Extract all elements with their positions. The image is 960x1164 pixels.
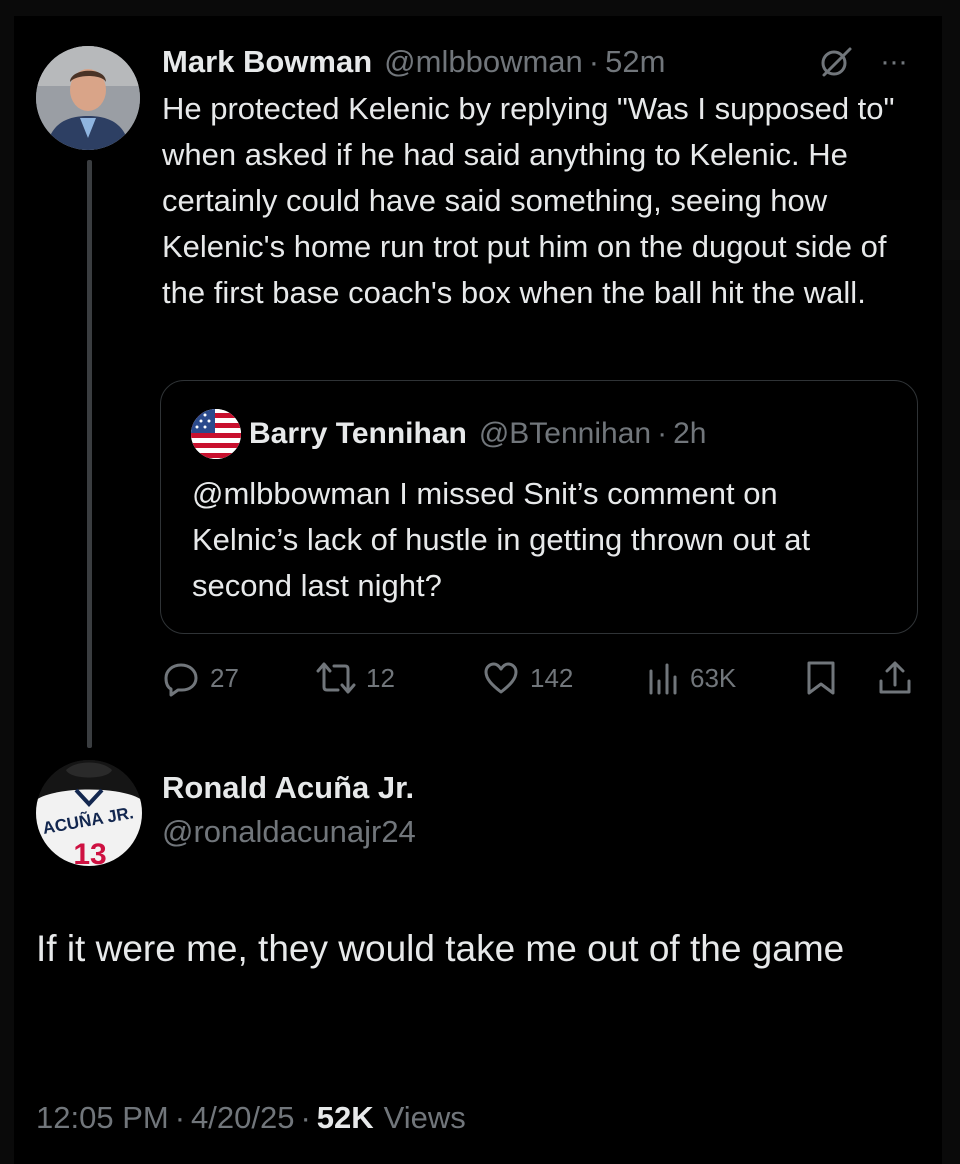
bookmark-icon: [807, 661, 835, 695]
repost-icon: [316, 662, 356, 694]
quote-header: Barry Tennihan @BTennihan · 2h: [249, 411, 706, 457]
author-name[interactable]: Mark Bowman: [162, 44, 372, 80]
author-handle[interactable]: @BTennihan: [479, 417, 651, 451]
reply-count: 27: [210, 662, 239, 693]
heart-icon: [484, 662, 518, 694]
views-chart-icon: [649, 663, 677, 695]
avatar[interactable]: [191, 409, 241, 459]
author-name[interactable]: Ronald Acuña Jr.: [162, 770, 414, 806]
avatar[interactable]: [36, 46, 140, 150]
author-handle[interactable]: @mlbbowman: [384, 44, 583, 80]
tweet-meta: 12:05 PM · 4/20/25 · 52K Views: [36, 1096, 466, 1140]
jersey-photo-icon: ACUÑA JR. 13: [36, 760, 142, 866]
timestamp[interactable]: 2h: [673, 417, 706, 451]
repost-count: 12: [366, 662, 395, 693]
separator: ·: [657, 417, 668, 450]
thread-connector: [87, 160, 92, 748]
tweet-text: If it were me, they would take me out of…: [36, 928, 845, 969]
post-date[interactable]: 4/20/25: [191, 1100, 294, 1136]
share-button[interactable]: [876, 656, 914, 700]
timestamp[interactable]: 52m: [605, 44, 665, 80]
reply-icon: [164, 663, 198, 697]
tweet-header: Mark Bowman @mlbbowman · 52m: [162, 40, 665, 84]
like-count: 142: [530, 662, 574, 693]
share-icon: [879, 661, 911, 694]
repost-button[interactable]: 12: [316, 656, 395, 700]
bookmark-button[interactable]: [804, 656, 838, 700]
grok-icon[interactable]: [818, 44, 854, 80]
action-bar: 27 12 142 63K: [162, 656, 922, 700]
like-button[interactable]: 142: [482, 656, 573, 700]
author-name[interactable]: Barry Tennihan: [249, 417, 467, 451]
us-flag-icon: [191, 409, 241, 459]
background-edge: [942, 500, 960, 550]
reply-button[interactable]: 27: [162, 656, 239, 700]
quoted-tweet[interactable]: Barry Tennihan @BTennihan · 2h @mlbbowma…: [160, 380, 918, 634]
jersey-number: 13: [73, 838, 106, 866]
avatar[interactable]: ACUÑA JR. 13: [36, 760, 142, 866]
views-label: Views: [383, 1100, 466, 1135]
quote-text: @mlbbowman I missed Snit’s comment on Ke…: [192, 476, 811, 603]
views-count[interactable]: 52K: [317, 1100, 374, 1136]
separator: ·: [588, 44, 600, 79]
post-time[interactable]: 12:05 PM: [36, 1100, 169, 1136]
views-button[interactable]: 63K: [646, 656, 736, 700]
header-icons: ···: [818, 44, 908, 80]
background-edge: [942, 200, 960, 260]
view-count: 63K: [690, 662, 737, 693]
more-options-icon[interactable]: ···: [880, 44, 908, 80]
separator: ·: [300, 1100, 311, 1135]
profile-photo-icon: [36, 46, 140, 150]
author-handle[interactable]: @ronaldacunajr24: [162, 814, 416, 850]
separator: ·: [174, 1100, 186, 1135]
tweet-text: He protected Kelenic by replying "Was I …: [162, 91, 895, 310]
